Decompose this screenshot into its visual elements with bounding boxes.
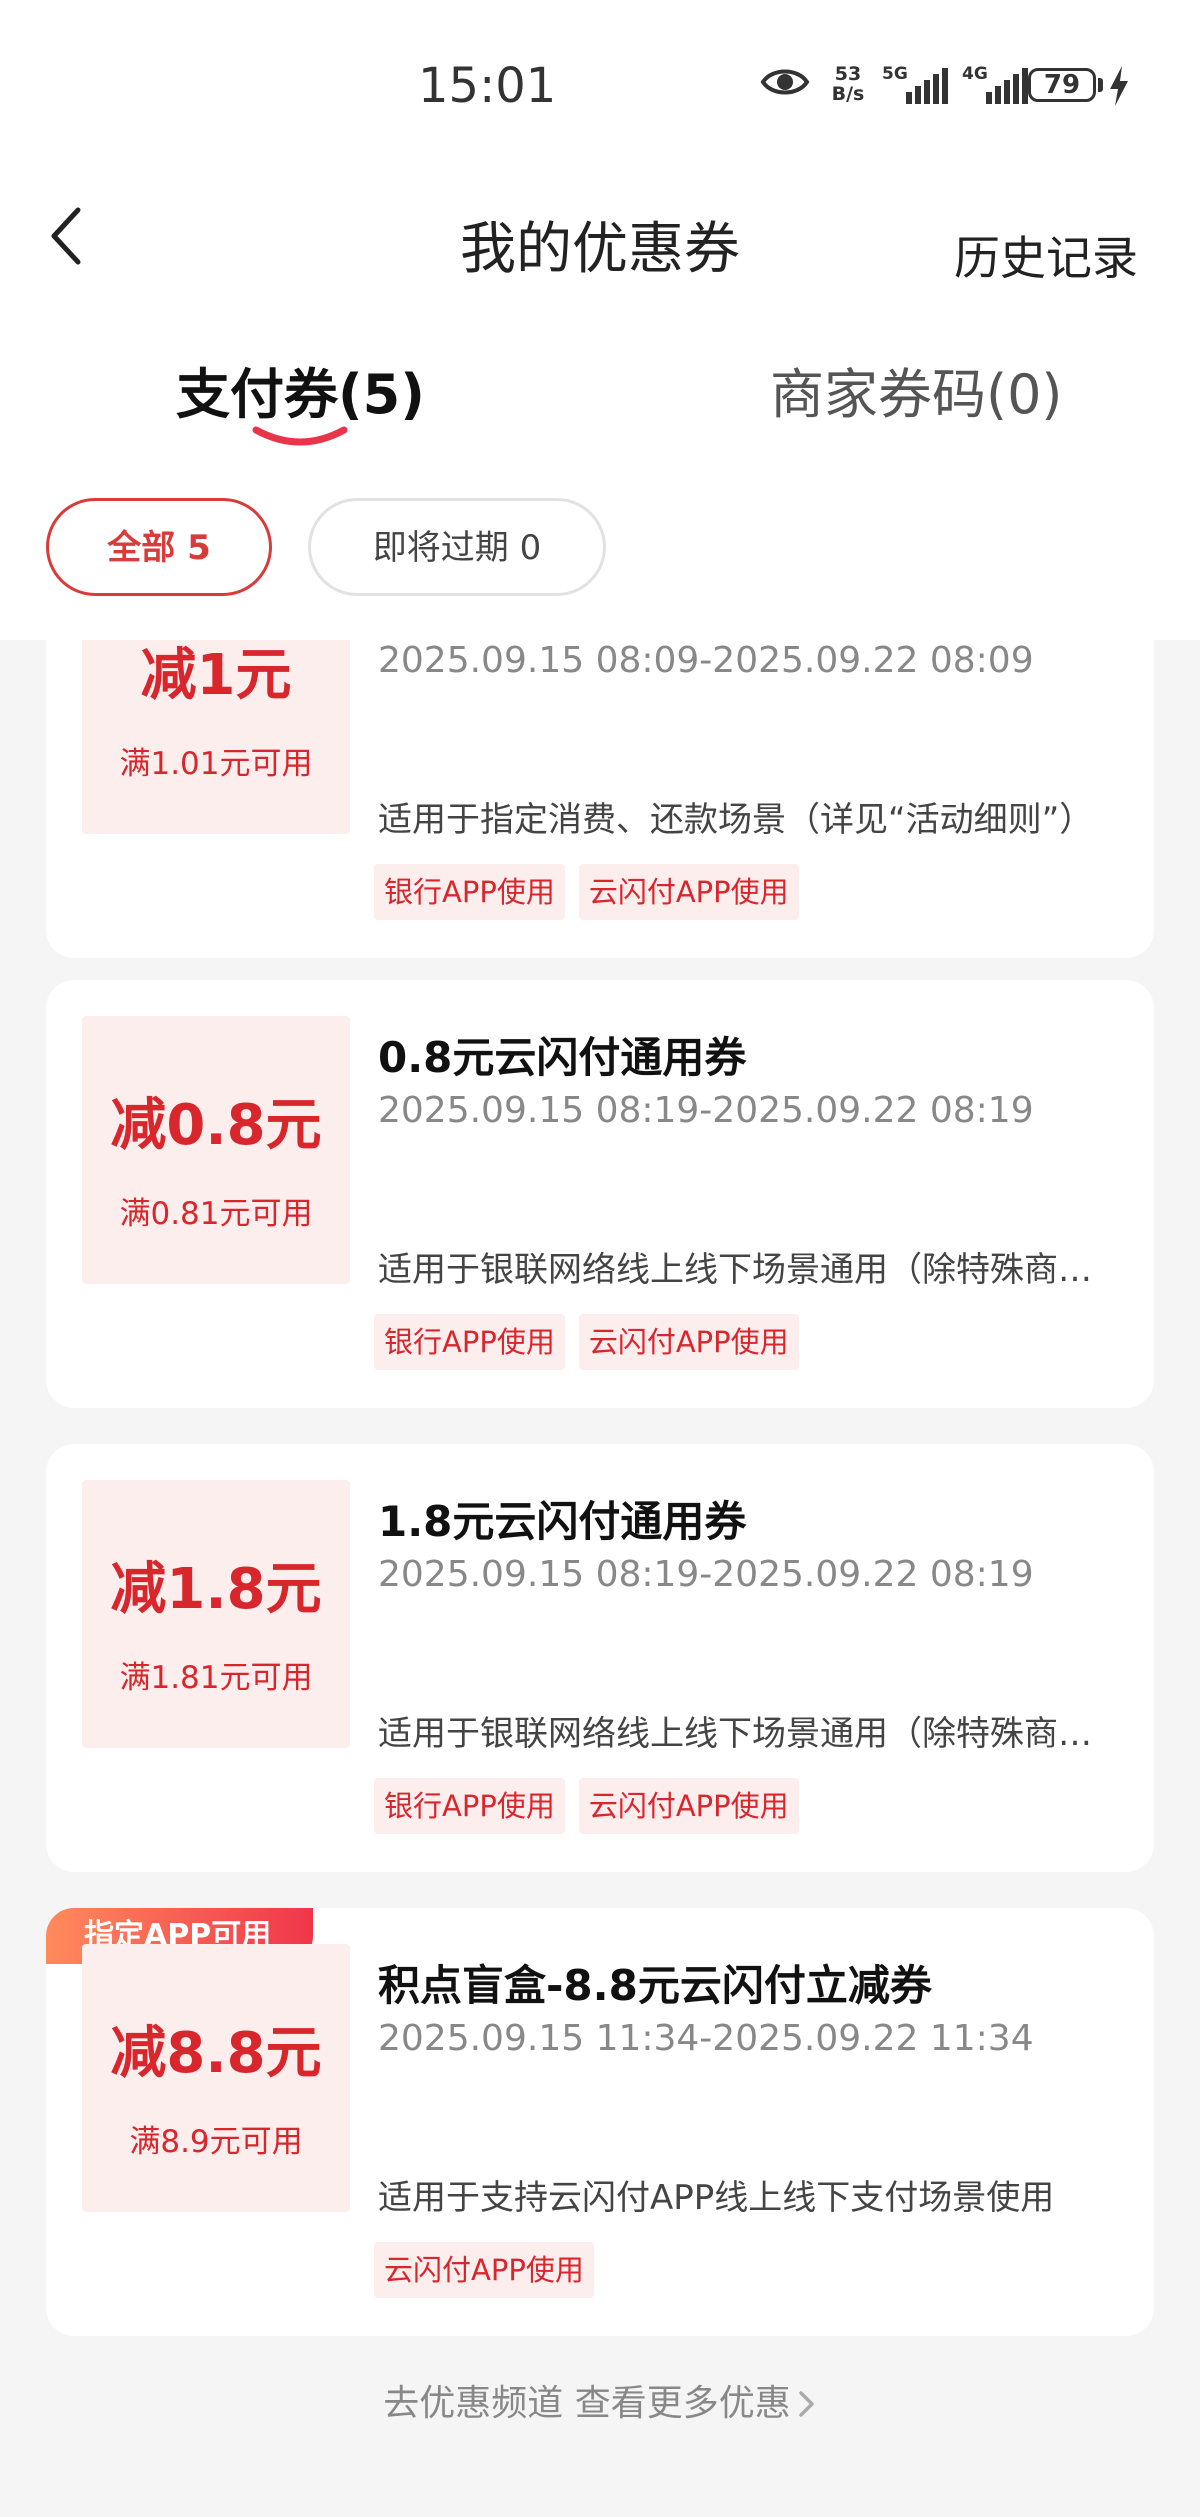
- coupon-tags: 银行APP使用 云闪付APP使用: [374, 864, 813, 920]
- tab-indicator: [252, 426, 348, 446]
- coupon-condition: 满1.81元可用: [119, 1660, 313, 1696]
- battery-icon: 79: [1028, 68, 1096, 102]
- signal-icon-5g: 5G: [882, 64, 954, 104]
- header: 我的优惠券 历史记录 支付券(5) 商家券码(0) 全部 5 即将过期 0: [0, 160, 1200, 640]
- signal-label-5g: 5G: [882, 64, 908, 84]
- coupon-condition: 满1.01元可用: [119, 746, 313, 782]
- coupon-card[interactable]: 减0.8元 满0.81元可用 0.8元云闪付通用券 2025.09.15 08:…: [46, 980, 1154, 1408]
- coupon-tag: 云闪付APP使用: [374, 2242, 594, 2298]
- battery-cap: [1098, 78, 1103, 92]
- coupon-amount: 减8.8元: [110, 2021, 322, 2086]
- coupon-tags: 云闪付APP使用: [374, 2242, 608, 2298]
- eye-icon: [760, 69, 810, 95]
- coupon-validity: 2025.09.15 08:19-2025.09.22 08:19: [378, 1554, 1034, 1595]
- coupon-condition: 满8.9元可用: [129, 2124, 303, 2160]
- coupon-value-box: 减1.8元 满1.81元可用: [82, 1480, 350, 1748]
- coupon-tag: 云闪付APP使用: [578, 1314, 799, 1370]
- coupon-card[interactable]: 指定APP可用 减8.8元 满8.9元可用 积点盲盒-8.8元云闪付立减券 20…: [46, 1908, 1154, 2336]
- chevron-right-icon: [798, 2391, 814, 2417]
- coupon-validity: 2025.09.15 08:19-2025.09.22 08:19: [378, 1090, 1034, 1131]
- tab-payment-coupons[interactable]: 支付券(5): [176, 350, 425, 429]
- more-offers-label: 去优惠频道 查看更多优惠: [383, 2383, 791, 2424]
- coupon-card[interactable]: 减1.8元 满1.81元可用 1.8元云闪付通用券 2025.09.15 08:…: [46, 1444, 1154, 1872]
- coupon-tag: 云闪付APP使用: [578, 864, 799, 920]
- net-speed: 53 B/s: [831, 63, 865, 105]
- more-offers-link[interactable]: 去优惠频道 查看更多优惠: [0, 2374, 1200, 2426]
- signal-icon-4g: 4G: [962, 64, 1034, 104]
- coupon-amount: 减0.8元: [110, 1093, 322, 1158]
- history-link[interactable]: 历史记录: [954, 222, 1138, 288]
- coupon-description: 适用于指定消费、还款场景（详见“活动细则”）: [378, 800, 1094, 840]
- coupon-list: 减1元 满1.01元可用 2025.09.15 08:09-2025.09.22…: [0, 640, 1200, 2517]
- coupon-tag: 银行APP使用: [374, 1314, 565, 1370]
- coupon-card[interactable]: 减1元 满1.01元可用 2025.09.15 08:09-2025.09.22…: [46, 640, 1154, 958]
- coupon-tags: 银行APP使用 云闪付APP使用: [374, 1314, 813, 1370]
- status-icons: 53 B/s 5G 4G 79: [760, 60, 1160, 120]
- status-time: 15:01: [418, 58, 557, 114]
- coupon-value-box: 减8.8元 满8.9元可用: [82, 1944, 350, 2212]
- coupon-name: 0.8元云闪付通用券: [378, 1033, 747, 1082]
- coupon-value-box: 减0.8元 满0.81元可用: [82, 1016, 350, 1284]
- coupon-amount: 减1元: [140, 643, 292, 708]
- signal-label-4g: 4G: [962, 64, 988, 84]
- coupon-description: 适用于支持云闪付APP线上线下支付场景使用: [378, 2178, 1055, 2218]
- bolt-icon: [1110, 66, 1128, 106]
- coupon-validity: 2025.09.15 11:34-2025.09.22 11:34: [378, 2018, 1034, 2059]
- coupon-condition: 满0.81元可用: [119, 1196, 313, 1232]
- coupon-name: 积点盲盒-8.8元云闪付立减券: [378, 1961, 932, 2010]
- coupon-tag: 银行APP使用: [374, 864, 565, 920]
- coupon-value-box: 减1元 满1.01元可用: [82, 640, 350, 834]
- coupon-validity: 2025.09.15 08:09-2025.09.22 08:09: [378, 640, 1034, 681]
- status-bar: 15:01 53 B/s 5G 4G 79: [0, 0, 1200, 160]
- filter-all-chip[interactable]: 全部 5: [46, 498, 272, 596]
- coupon-description: 适用于银联网络线上线下场景通用（除特殊商户外）: [378, 1250, 1108, 1290]
- filter-expiring-chip[interactable]: 即将过期 0: [308, 498, 606, 596]
- coupon-name: 1.8元云闪付通用券: [378, 1497, 747, 1546]
- coupon-tag: 银行APP使用: [374, 1778, 565, 1834]
- coupon-tag: 云闪付APP使用: [578, 1778, 799, 1834]
- tab-merchant-codes[interactable]: 商家券码(0): [770, 350, 1063, 429]
- coupon-description: 适用于银联网络线上线下场景通用（除特殊商户外）: [378, 1714, 1108, 1754]
- coupon-tags: 银行APP使用 云闪付APP使用: [374, 1778, 813, 1834]
- coupon-amount: 减1.8元: [110, 1557, 322, 1622]
